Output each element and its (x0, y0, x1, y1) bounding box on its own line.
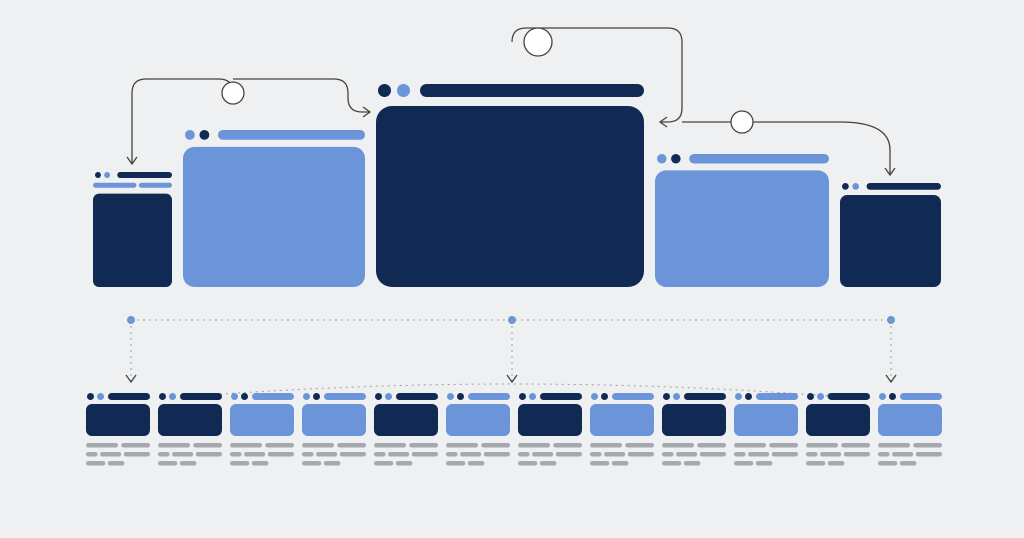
browser-window (93, 172, 172, 287)
browser-window (376, 84, 644, 287)
flow-diagram (0, 0, 1024, 538)
result-card (590, 393, 654, 466)
result-card (302, 393, 366, 466)
result-card (230, 393, 294, 466)
result-card (734, 393, 798, 466)
result-card (86, 393, 150, 466)
result-card (158, 393, 222, 466)
browser-window (655, 154, 829, 287)
result-card (518, 393, 582, 466)
result-card (806, 393, 870, 466)
result-card (662, 393, 726, 466)
dotted-connectors (127, 316, 895, 399)
result-card (446, 393, 510, 466)
result-card (374, 393, 438, 466)
browser-window (183, 130, 365, 287)
result-card (878, 393, 942, 466)
browser-window (840, 183, 941, 287)
